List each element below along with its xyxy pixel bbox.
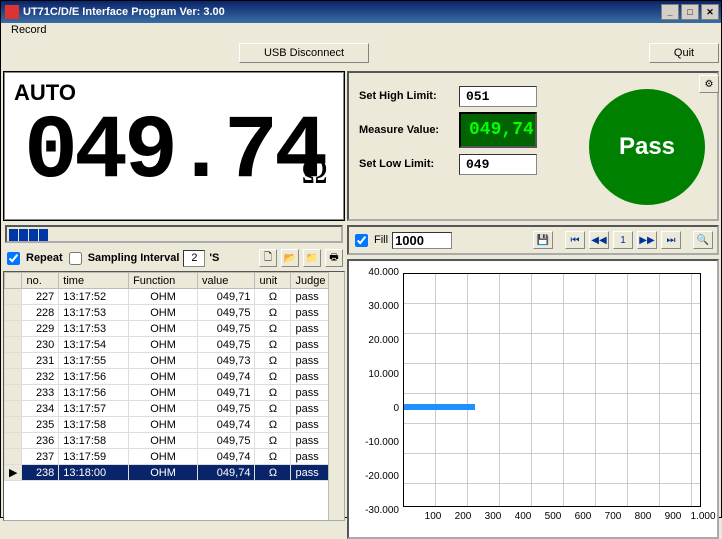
lcd-display: AUTO 049.74 Ω bbox=[3, 71, 345, 221]
save-chart-icon[interactable]: 💾 bbox=[533, 231, 553, 249]
app-icon bbox=[5, 5, 19, 19]
nav-last-icon[interactable]: ⏭ bbox=[661, 231, 681, 249]
fill-input[interactable] bbox=[392, 232, 452, 249]
chart-x-tick: 900 bbox=[665, 511, 682, 522]
nav-first-icon[interactable]: ⏮ bbox=[565, 231, 585, 249]
menu-record[interactable]: Record bbox=[7, 22, 50, 38]
chart: 40.000 30.000 20.000 10.000 0 -10.000 -20.000 -… bbox=[347, 259, 719, 539]
col-no[interactable]: no. bbox=[22, 273, 59, 289]
table-row[interactable]: 23013:17:54OHM049,75Ωpass bbox=[5, 337, 344, 353]
minimize-button[interactable]: _ bbox=[661, 4, 679, 20]
nav-prev-icon[interactable]: ◀◀ bbox=[589, 231, 609, 249]
app-window: UT71C/D/E Interface Program Ver: 3.00 _ … bbox=[0, 0, 722, 518]
fill-checkbox[interactable] bbox=[355, 234, 368, 247]
table-row[interactable]: 23513:17:58OHM049,74Ωpass bbox=[5, 417, 344, 433]
new-file-icon[interactable]: 🗋 bbox=[259, 249, 277, 267]
usb-disconnect-button[interactable]: USB Disconnect bbox=[239, 43, 369, 63]
window-title: UT71C/D/E Interface Program Ver: 3.00 bbox=[23, 6, 661, 18]
sampling-interval-input[interactable] bbox=[183, 250, 205, 267]
table-row[interactable]: 22913:17:53OHM049,75Ωpass bbox=[5, 321, 344, 337]
lcd-unit: Ω bbox=[301, 150, 328, 192]
sampling-checkbox[interactable] bbox=[69, 252, 82, 265]
table-row[interactable]: ▶23813:18:00OHM049,74Ωpass bbox=[5, 465, 344, 481]
open-file-icon[interactable]: 📂 bbox=[281, 249, 299, 267]
table-row[interactable]: 23413:17:57OHM049,75Ωpass bbox=[5, 401, 344, 417]
col-function[interactable]: Function bbox=[129, 273, 198, 289]
chart-x-tick: 600 bbox=[575, 511, 592, 522]
table-row[interactable]: 23613:17:58OHM049,75Ωpass bbox=[5, 433, 344, 449]
segment-indicator bbox=[5, 225, 343, 243]
pass-indicator: Pass bbox=[589, 89, 705, 205]
chart-y-tick: -10.000 bbox=[355, 437, 399, 448]
col-value[interactable]: value bbox=[198, 273, 255, 289]
titlebar: UT71C/D/E Interface Program Ver: 3.00 _ … bbox=[1, 1, 721, 23]
print-icon[interactable]: 🖶 bbox=[325, 249, 343, 267]
lcd-digits: 049.74 bbox=[24, 96, 304, 210]
measure-label: Measure Value: bbox=[359, 124, 459, 136]
high-limit-input[interactable] bbox=[459, 86, 537, 107]
chart-y-tick: 30.000 bbox=[355, 301, 399, 312]
table-row[interactable]: 23313:17:56OHM049,71Ωpass bbox=[5, 385, 344, 401]
chart-plot bbox=[403, 273, 701, 507]
chart-x-tick: 1.000 bbox=[690, 511, 715, 522]
chart-x-tick: 700 bbox=[605, 511, 622, 522]
close-button[interactable]: ✕ bbox=[701, 4, 719, 20]
quit-button[interactable]: Quit bbox=[649, 43, 719, 63]
chart-y-tick: 40.000 bbox=[355, 267, 399, 278]
limits-panel: ⚙ Set High Limit: Measure Value: 049,74 … bbox=[347, 71, 719, 221]
record-toolbar: Repeat Sampling Interval 'S 🗋 📂 📁 🖶 bbox=[3, 245, 345, 271]
col-unit[interactable]: unit bbox=[255, 273, 291, 289]
table-scrollbar[interactable] bbox=[328, 272, 344, 520]
col-time[interactable]: time bbox=[59, 273, 129, 289]
chart-bar bbox=[404, 404, 475, 410]
chart-y-tick: 0 bbox=[355, 403, 399, 414]
chart-x-tick: 100 bbox=[425, 511, 442, 522]
table-row[interactable]: 22813:17:53OHM049,75Ωpass bbox=[5, 305, 344, 321]
zoom-icon[interactable]: 🔍 bbox=[693, 231, 713, 249]
chart-nav: Fill 💾 ⏮ ◀◀ 1 ▶▶ ⏭ 🔍 bbox=[347, 225, 719, 255]
chart-y-tick: -30.000 bbox=[355, 505, 399, 516]
repeat-label: Repeat bbox=[26, 252, 63, 264]
chart-y-tick: 10.000 bbox=[355, 369, 399, 380]
sampling-unit: 'S bbox=[209, 252, 219, 264]
maximize-button[interactable]: □ bbox=[681, 4, 699, 20]
fill-label: Fill bbox=[374, 234, 388, 246]
low-limit-label: Set Low Limit: bbox=[359, 158, 459, 170]
nav-next-icon[interactable]: ▶▶ bbox=[637, 231, 657, 249]
table-row[interactable]: 23213:17:56OHM049,74Ωpass bbox=[5, 369, 344, 385]
chart-x-tick: 400 bbox=[515, 511, 532, 522]
sampling-label: Sampling Interval bbox=[88, 252, 180, 264]
measure-value: 049,74 bbox=[459, 112, 537, 148]
nav-page[interactable]: 1 bbox=[613, 231, 633, 249]
chart-x-tick: 800 bbox=[635, 511, 652, 522]
data-table[interactable]: no. time Function value unit Judge 22713… bbox=[3, 271, 345, 521]
high-limit-label: Set High Limit: bbox=[359, 90, 459, 102]
chart-y-tick: -20.000 bbox=[355, 471, 399, 482]
chart-x-tick: 200 bbox=[455, 511, 472, 522]
chart-x-tick: 500 bbox=[545, 511, 562, 522]
low-limit-input[interactable] bbox=[459, 154, 537, 175]
chart-y-tick: 20.000 bbox=[355, 335, 399, 346]
repeat-checkbox[interactable] bbox=[7, 252, 20, 265]
chart-x-tick: 300 bbox=[485, 511, 502, 522]
save-file-icon[interactable]: 📁 bbox=[303, 249, 321, 267]
table-row[interactable]: 23113:17:55OHM049,73Ωpass bbox=[5, 353, 344, 369]
table-row[interactable]: 23713:17:59OHM049,74Ωpass bbox=[5, 449, 344, 465]
menubar: Record bbox=[1, 23, 721, 41]
config-icon[interactable]: ⚙ bbox=[699, 75, 719, 93]
table-row[interactable]: 22713:17:52OHM049,71Ωpass bbox=[5, 289, 344, 305]
